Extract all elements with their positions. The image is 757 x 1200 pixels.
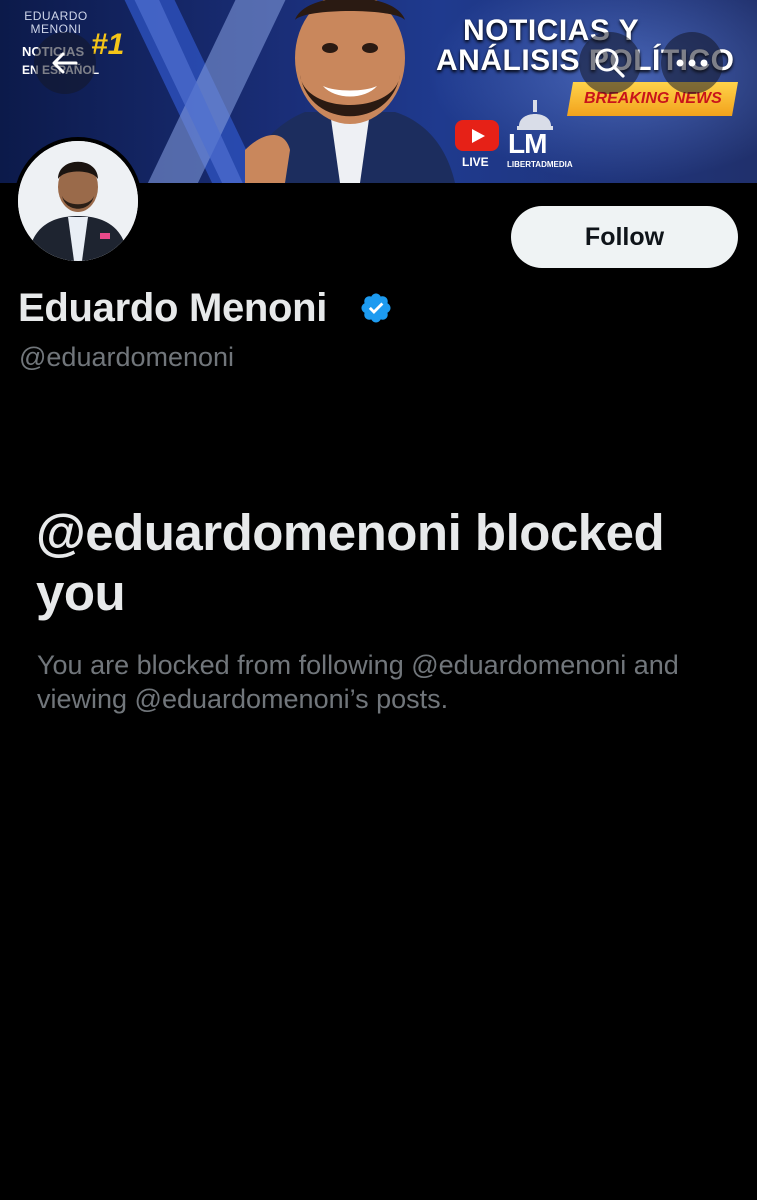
more-horizontal-icon — [676, 59, 708, 67]
follow-button[interactable]: Follow — [511, 206, 738, 268]
banner-lm-name: LIBERTADMEDIA — [507, 160, 573, 169]
banner-caricature-portrait — [245, 0, 455, 183]
banner-brand-rank: #1 — [91, 28, 125, 61]
banner-lm-logo-text: LM — [508, 128, 547, 159]
avatar[interactable] — [14, 137, 142, 265]
avatar-person-image — [18, 141, 138, 261]
youtube-play-icon — [455, 120, 499, 151]
search-icon — [595, 48, 625, 78]
more-options-button[interactable] — [661, 32, 723, 94]
verified-badge-icon[interactable] — [359, 291, 393, 325]
blocked-description: You are blocked from following @eduardom… — [37, 650, 679, 714]
profile-handle[interactable]: @eduardomenoni — [19, 342, 234, 373]
banner-live-label: LIVE — [462, 155, 489, 169]
profile-display-name: Eduardo Menoni — [18, 286, 328, 330]
avatar-photo — [18, 141, 138, 261]
blocked-title: @eduardomenoni blocked you — [36, 504, 665, 621]
arrow-left-icon — [52, 52, 78, 74]
search-button[interactable] — [579, 32, 641, 94]
back-button[interactable] — [34, 32, 96, 94]
